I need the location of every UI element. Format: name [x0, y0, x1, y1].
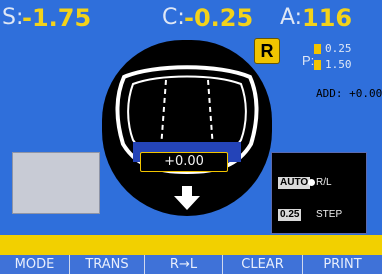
- r-to-l-button[interactable]: R→L: [145, 255, 223, 274]
- clear-button[interactable]: CLEAR: [223, 255, 303, 274]
- function-menu: MODE TRANS R→L CLEAR PRINT: [0, 255, 382, 274]
- mode-button[interactable]: MODE: [0, 255, 70, 274]
- add-value: ADD: +0.00: [316, 87, 382, 100]
- center-power-value: +0.00: [164, 154, 204, 169]
- auto-tag: AUTO: [278, 177, 311, 189]
- trans-button[interactable]: TRANS: [70, 255, 145, 274]
- print-button[interactable]: PRINT: [303, 255, 382, 274]
- axis-label: A:: [280, 5, 303, 30]
- cylinder-value: -0.25: [184, 4, 254, 32]
- center-power-readout: +0.00: [140, 152, 228, 172]
- cylinder-label: C:: [162, 5, 185, 30]
- step-text: STEP: [316, 209, 343, 220]
- lensmeter-screen: S: -1.75 C: -0.25 A: 116 R P: 0.25 1.50 …: [0, 0, 382, 274]
- eye-side-badge: R: [254, 38, 280, 64]
- auto-rl-text: R/L: [316, 177, 332, 188]
- mode-panel: AUTO R/L 0.25 STEP: [271, 152, 367, 234]
- prism-marker-1: [314, 44, 321, 54]
- sphere-value: -1.75: [22, 4, 92, 32]
- prism-line-1: 0.25: [314, 42, 352, 55]
- top-readout: S: -1.75 C: -0.25 A: 116: [0, 0, 382, 34]
- down-arrow-icon: [174, 186, 200, 210]
- status-bar: [0, 235, 382, 255]
- left-info-panel: [12, 152, 100, 214]
- axis-value: 116: [302, 4, 353, 32]
- prism-label: P:: [302, 53, 315, 68]
- sphere-label: S:: [2, 5, 24, 30]
- prism-line-2: 1.50: [314, 58, 352, 71]
- prism-marker-2: [314, 60, 321, 70]
- auto-indicator-icon: [308, 179, 315, 186]
- step-tag: 0.25: [278, 209, 302, 221]
